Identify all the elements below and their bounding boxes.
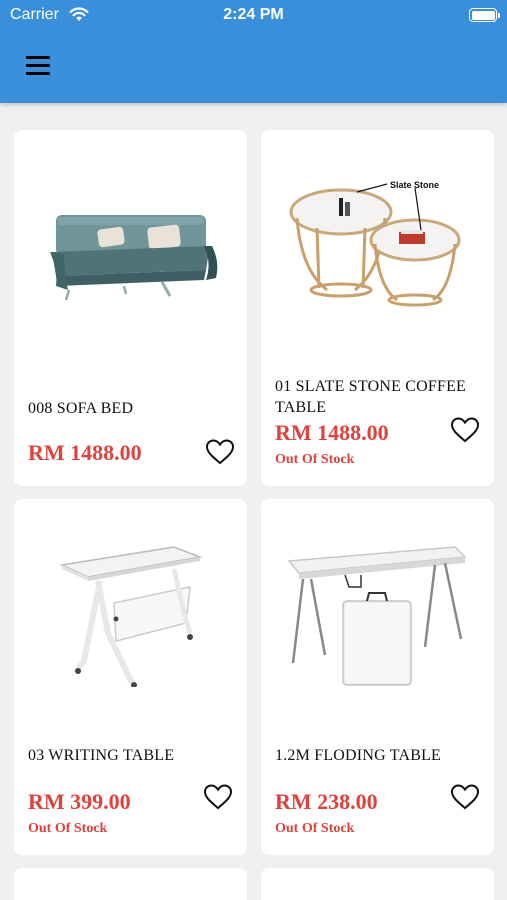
hamburger-menu-icon[interactable] [22,52,56,80]
product-card[interactable] [261,868,494,900]
stock-status: Out Of Stock [275,821,355,836]
product-price: RM 1488.00 [28,440,142,465]
writing-table-image [59,546,203,687]
heart-icon[interactable] [450,783,480,811]
product-name: 1.2M FLODING TABLE [275,747,442,764]
product-name: 03 WRITING TABLE [28,747,175,764]
battery-icon [469,8,500,22]
heart-icon[interactable] [205,438,235,466]
heart-icon[interactable] [203,783,233,811]
product-card[interactable]: 1.2M FLODING TABLE RM 238.00 Out Of Stoc… [261,499,494,855]
status-bar: Carrier 2:24 PM [0,0,507,32]
product-card[interactable]: 008 SOFA BED RM 1488.00 [14,130,247,486]
product-price: RM 1488.00 [275,420,389,445]
app-header: Carrier 2:24 PM [0,0,507,103]
slate-stone-label: Slate Stone [390,180,439,190]
coffee-table-image: Slate Stone [289,180,461,307]
product-card[interactable]: Slate Stone 01 SLATE STONE COFFEE TABLE … [261,130,494,486]
heart-icon[interactable] [450,416,480,444]
sofa-bed-image [50,215,218,301]
product-price: RM 238.00 [275,789,378,814]
folding-table-image [287,546,467,686]
stock-status: Out Of Stock [28,821,108,836]
stock-status: Out Of Stock [275,452,355,467]
product-name: 01 SLATE STONE COFFEE TABLE [275,378,467,416]
product-name: 008 SOFA BED [28,400,134,417]
status-time: 2:24 PM [223,6,284,23]
product-card[interactable]: 03 WRITING TABLE RM 399.00 Out Of Stock [14,499,247,855]
product-card[interactable] [14,868,247,900]
product-price: RM 399.00 [28,789,131,814]
